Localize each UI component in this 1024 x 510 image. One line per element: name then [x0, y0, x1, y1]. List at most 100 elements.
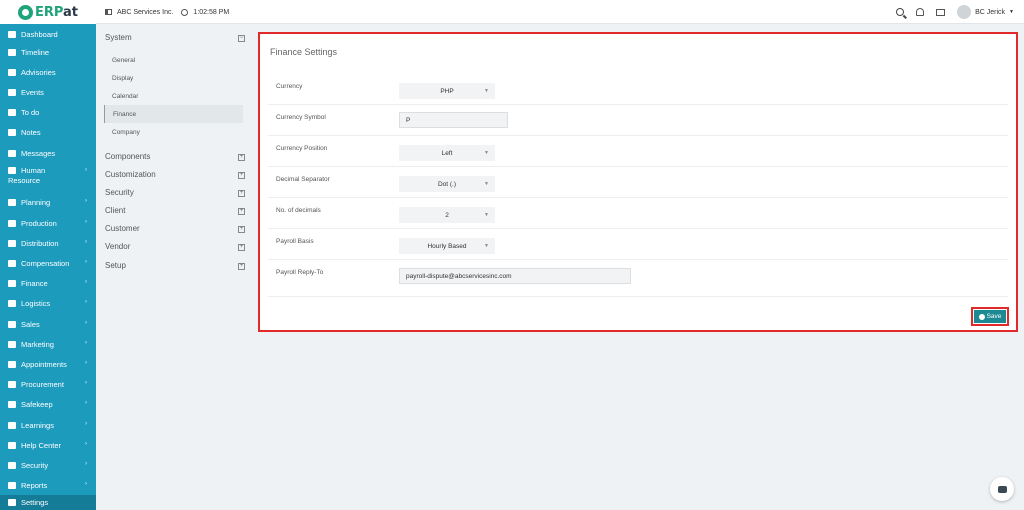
expand-icon[interactable]: + — [238, 244, 245, 251]
sidebar-item-logistics[interactable]: Logistics › — [0, 293, 96, 313]
nav-subitem-company[interactable]: Company — [104, 123, 243, 141]
expand-icon[interactable]: + — [238, 226, 245, 233]
payroll-basis-select[interactable]: Hourly Based ▼ — [399, 238, 495, 254]
chevron-right-icon: › — [85, 299, 87, 305]
sidebar-item-safekeep[interactable]: Safekeep › — [0, 394, 96, 414]
save-button[interactable]: Save — [971, 307, 1009, 326]
mail-icon[interactable] — [936, 8, 946, 16]
note-icon — [8, 128, 16, 136]
sidebar-item-learnings[interactable]: Learnings › — [0, 415, 96, 435]
chevron-right-icon: › — [85, 441, 87, 447]
sidebar-item-finance[interactable]: Finance › — [0, 273, 96, 293]
sidebar-item-reports[interactable]: Reports › — [0, 475, 96, 495]
chevron-right-icon: › — [85, 167, 87, 173]
money-icon — [8, 279, 16, 287]
select-value: Hourly Based — [427, 242, 467, 250]
form-row-no-of-decimals: No. of decimals 2 ▼ — [268, 198, 1008, 229]
currency-symbol-input[interactable]: P — [399, 112, 508, 128]
sidebar-item-messages[interactable]: Messages — [0, 143, 96, 163]
expand-icon[interactable]: + — [238, 263, 245, 270]
sidebar-item-help-center[interactable]: Help Center › — [0, 435, 96, 455]
line-chart-icon — [8, 340, 16, 348]
bell-icon[interactable] — [916, 8, 925, 16]
expand-icon[interactable]: + — [238, 172, 245, 179]
graduation-cap-icon — [8, 421, 16, 429]
expand-icon[interactable]: + — [238, 208, 245, 215]
currency-select[interactable]: PHP ▼ — [399, 83, 495, 99]
sidebar-item-label: Compensation — [21, 258, 70, 268]
save-label: Save — [986, 313, 1002, 320]
nav-group-customization[interactable]: Customization — [105, 170, 156, 179]
company-switch-icon[interactable] — [105, 9, 112, 15]
sidebar-item-events[interactable]: Events — [0, 82, 96, 102]
sidebar-item-label: Reports — [21, 480, 48, 490]
top-bar: ERPat ABC Services Inc. 1:02:58 PM BC Je… — [0, 0, 1024, 24]
payroll-reply-to-input[interactable]: payroll-dispute@abcservicesinc.com — [399, 268, 631, 284]
search-icon[interactable] — [896, 8, 905, 16]
user-menu[interactable]: BC Jerick ▼ — [957, 5, 1014, 19]
sidebar-item-timeline[interactable]: Timeline — [0, 42, 96, 62]
chevron-right-icon: › — [85, 461, 87, 467]
nav-group-system[interactable]: System — [105, 33, 132, 42]
sidebar-item-human-resource[interactable]: Human Resource › — [0, 161, 96, 191]
form-row-decimal-separator: Decimal Separator Dot (.) ▼ — [268, 167, 1008, 198]
chevron-right-icon: › — [85, 219, 87, 225]
sidebar-item-marketing[interactable]: Marketing › — [0, 334, 96, 354]
sidebar-item-distribution[interactable]: Distribution › — [0, 233, 96, 253]
nav-group-components[interactable]: Components — [105, 152, 150, 161]
chevron-down-icon: ▼ — [484, 88, 489, 94]
check-circle-icon — [978, 313, 985, 320]
nav-subitem-general[interactable]: General — [104, 51, 243, 69]
nav-subitem-calendar[interactable]: Calendar — [104, 87, 243, 105]
timeline-icon — [8, 48, 16, 56]
field-label: Payroll Reply-To — [276, 269, 324, 276]
current-time: 1:02:58 PM — [193, 8, 230, 16]
panel-title: Finance Settings — [270, 47, 338, 57]
expand-icon[interactable]: + — [238, 190, 245, 197]
sidebar-item-settings[interactable]: Settings — [0, 495, 96, 510]
flask-icon — [8, 219, 16, 227]
envelope-icon — [8, 149, 16, 157]
sidebar-item-procurement[interactable]: Procurement › — [0, 374, 96, 394]
chevron-right-icon: › — [85, 320, 87, 326]
chat-button[interactable] — [990, 477, 1014, 501]
nav-subitem-finance[interactable]: Finance — [104, 105, 243, 123]
sidebar-item-compensation[interactable]: Compensation › — [0, 253, 96, 273]
collapse-icon[interactable]: − — [238, 35, 245, 42]
gear-logo-icon — [17, 4, 33, 20]
brand-suffix: at — [63, 4, 79, 20]
nav-group-client[interactable]: Client — [105, 206, 125, 215]
top-actions: BC Jerick ▼ — [896, 0, 1014, 24]
sidebar-item-sales[interactable]: Sales › — [0, 314, 96, 334]
user-name: BC Jerick — [975, 8, 1006, 16]
brand-logo[interactable]: ERPat — [0, 0, 96, 24]
nav-group-setup[interactable]: Setup — [105, 261, 126, 270]
form-row-currency-position: Currency Position Left ▼ — [268, 136, 1008, 167]
expand-icon[interactable]: + — [238, 154, 245, 161]
field-label: Payroll Basis — [276, 238, 314, 245]
boxes-icon — [8, 299, 16, 307]
nav-group-security[interactable]: Security — [105, 188, 134, 197]
chevron-down-icon: ▼ — [484, 243, 489, 249]
dashboard-icon — [8, 30, 16, 38]
sidebar-item-label: Events — [21, 87, 44, 97]
chat-icon — [997, 485, 1007, 493]
decimal-separator-select[interactable]: Dot (.) ▼ — [399, 176, 495, 192]
sidebar-item-planning[interactable]: Planning › — [0, 192, 96, 212]
nav-subitem-display[interactable]: Display — [104, 69, 243, 87]
company-name: ABC Services Inc. — [117, 8, 174, 16]
sidebar-item-production[interactable]: Production › — [0, 213, 96, 233]
nav-group-customer[interactable]: Customer — [105, 224, 140, 233]
nav-group-vendor[interactable]: Vendor — [105, 242, 130, 251]
select-value: PHP — [440, 87, 454, 95]
sidebar-item-appointments[interactable]: Appointments › — [0, 354, 96, 374]
currency-position-select[interactable]: Left ▼ — [399, 145, 495, 161]
sidebar-item-advisories[interactable]: Advisories — [0, 62, 96, 82]
planning-icon — [8, 198, 16, 206]
sidebar-item-notes[interactable]: Notes — [0, 122, 96, 142]
no-of-decimals-select[interactable]: 2 ▼ — [399, 207, 495, 223]
sidebar-item-to-do[interactable]: To do — [0, 102, 96, 122]
sidebar-item-dashboard[interactable]: Dashboard — [0, 26, 96, 42]
sidebar-item-security[interactable]: Security › — [0, 455, 96, 475]
form-row-currency: Currency PHP ▼ — [268, 74, 1008, 105]
